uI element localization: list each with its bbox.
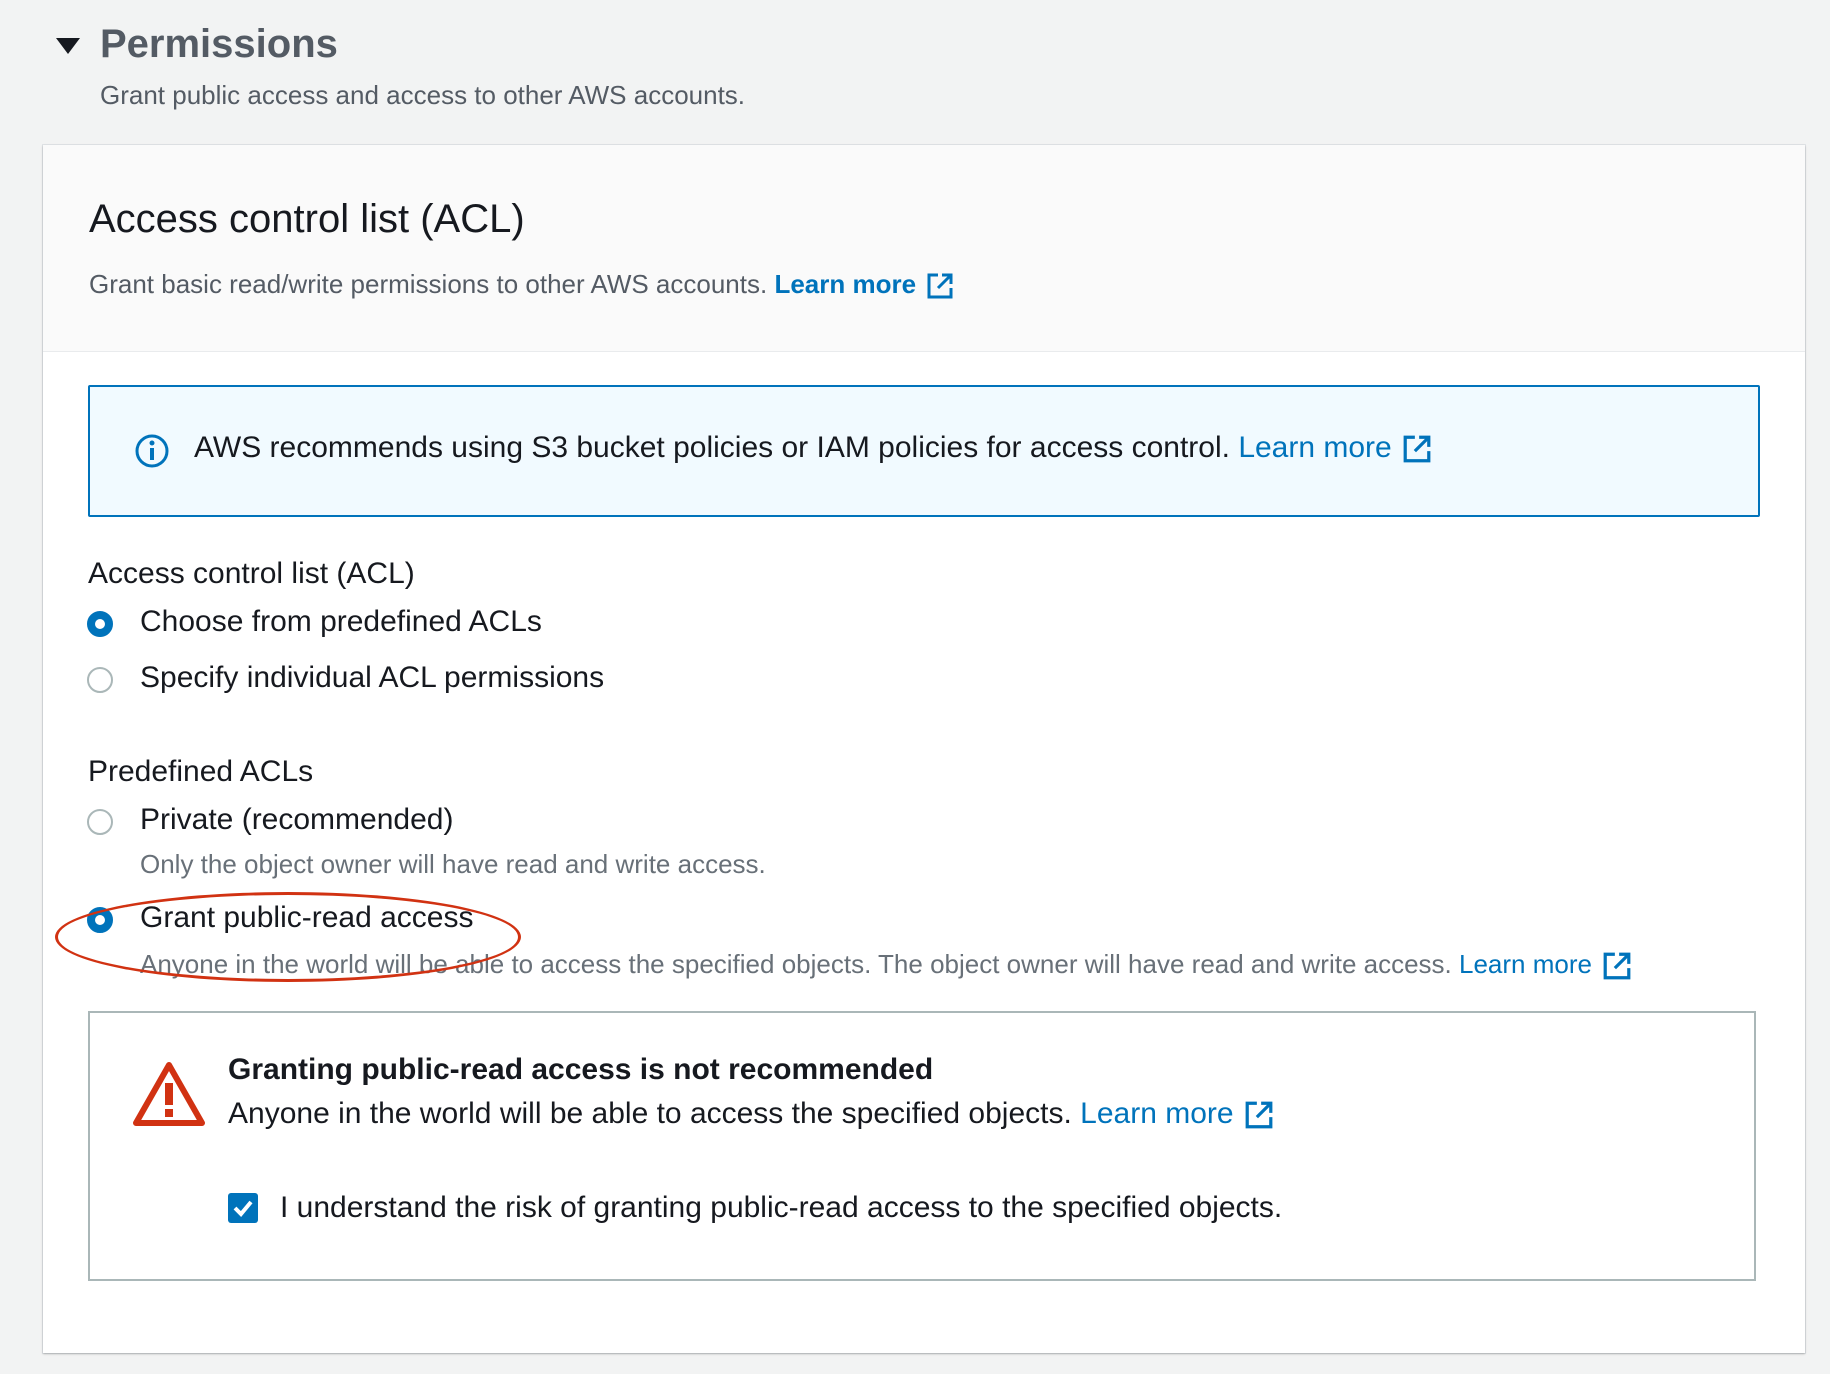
radio-private-label[interactable]: Private (recommended) (140, 803, 453, 837)
external-link-icon (1245, 1101, 1272, 1129)
radio-private-description: Only the object owner will have read and… (140, 849, 766, 879)
external-link-icon (927, 273, 953, 299)
section-title: Permissions (100, 22, 338, 66)
acknowledge-label[interactable]: I understand the risk of granting public… (280, 1191, 1282, 1225)
info-alert-text: AWS recommends using S3 bucket policies … (194, 431, 1230, 464)
annotation-ellipse (55, 892, 521, 982)
info-alert-text-line: AWS recommends using S3 bucket policies … (194, 431, 1432, 465)
learn-more-text: Learn more (1080, 1097, 1234, 1130)
radio-private[interactable] (87, 809, 113, 835)
checkmark-icon (233, 1200, 253, 1217)
panel-title: Access control list (ACL) (89, 197, 525, 241)
radio-predefined-acls-label[interactable]: Choose from predefined ACLs (140, 605, 542, 639)
panel-learn-more-link[interactable]: Learn more (774, 269, 954, 299)
warning-text-line: Anyone in the world will be able to acce… (228, 1097, 1274, 1131)
radio-predefined-acls[interactable] (87, 611, 113, 637)
learn-more-text: Learn more (1238, 431, 1392, 464)
info-learn-more-link[interactable]: Learn more (1238, 431, 1431, 464)
info-icon (135, 434, 169, 468)
info-alert: AWS recommends using S3 bucket policies … (88, 385, 1760, 517)
panel-description-text: Grant basic read/write permissions to ot… (89, 269, 768, 299)
section-description: Grant public access and access to other … (100, 80, 746, 110)
acl-group-label: Access control list (ACL) (88, 557, 415, 590)
warning-learn-more-link[interactable]: Learn more (1080, 1097, 1273, 1130)
learn-more-text: Learn more (774, 269, 917, 299)
warning-alert: Granting public-read access is not recom… (88, 1011, 1756, 1281)
caret-down-icon[interactable] (56, 38, 80, 54)
acknowledge-checkbox[interactable] (228, 1193, 258, 1223)
panel-description: Grant basic read/write permissions to ot… (89, 269, 954, 300)
external-link-icon (1403, 435, 1431, 463)
radio-individual-acl-label[interactable]: Specify individual ACL permissions (140, 661, 604, 695)
learn-more-text: Learn more (1459, 949, 1592, 979)
acl-panel: Access control list (ACL) Grant basic re… (43, 145, 1805, 1353)
external-link-icon (1603, 952, 1631, 980)
public-read-learn-more-link[interactable]: Learn more (1459, 949, 1632, 980)
radio-individual-acl[interactable] (87, 667, 113, 693)
predefined-acls-label: Predefined ACLs (88, 755, 314, 788)
warning-icon (133, 1062, 205, 1126)
warning-title: Granting public-read access is not recom… (228, 1053, 934, 1086)
warning-text: Anyone in the world will be able to acce… (228, 1097, 1072, 1130)
panel-header: Access control list (ACL) Grant basic re… (43, 145, 1805, 352)
